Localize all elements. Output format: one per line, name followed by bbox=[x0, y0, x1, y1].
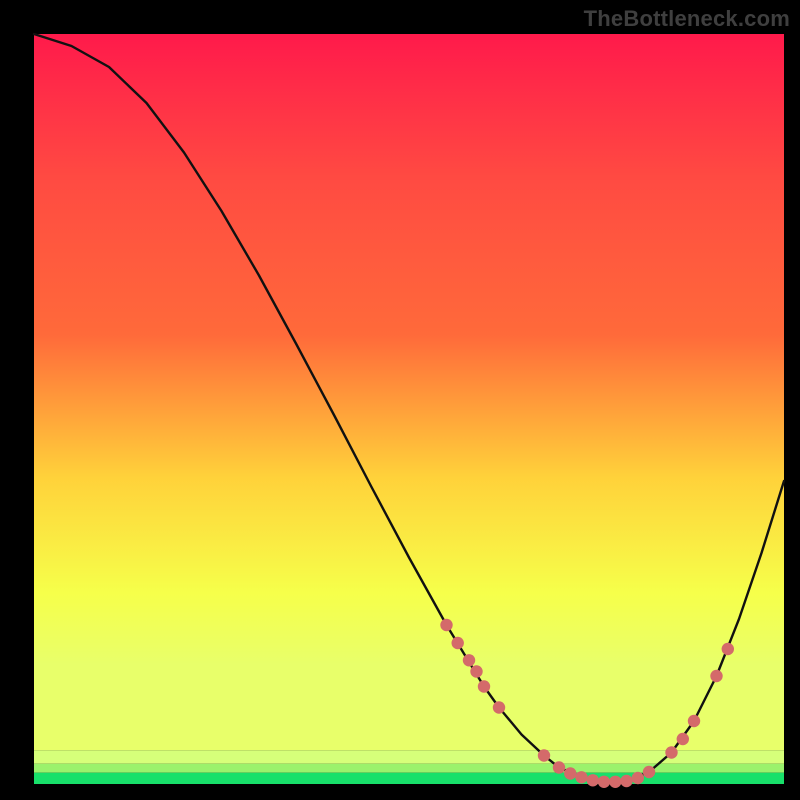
brand-watermark: TheBottleneck.com bbox=[584, 6, 790, 32]
chart-stage: TheBottleneck.com bbox=[0, 0, 800, 800]
bottleneck-chart bbox=[0, 0, 800, 800]
